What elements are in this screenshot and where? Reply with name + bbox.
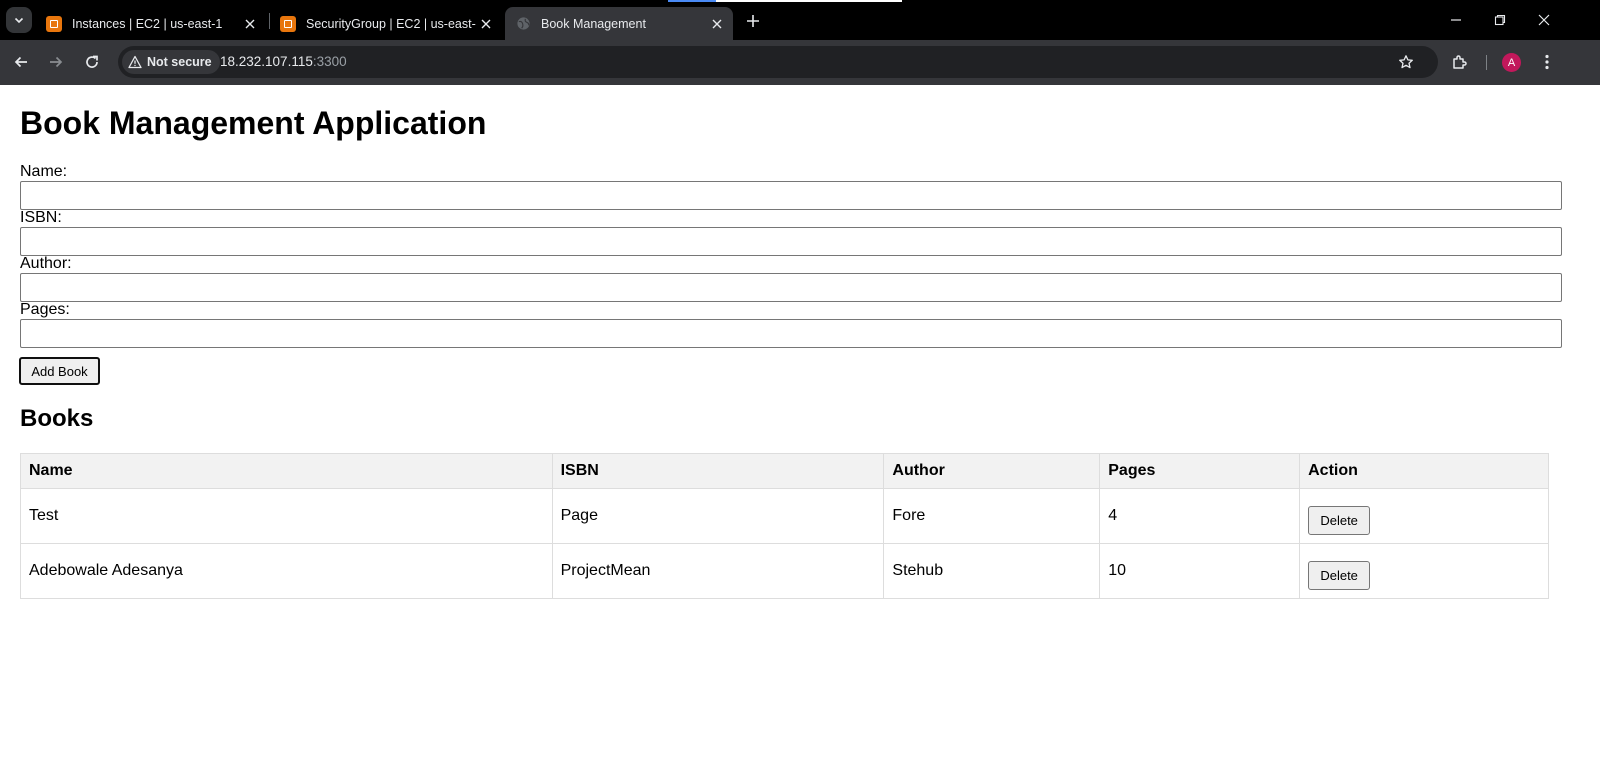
tab-title: SecurityGroup | EC2 | us-east-1 [306, 16, 476, 31]
browser-titlebar: Instances | EC2 | us-east-1 SecurityGrou… [0, 0, 1600, 40]
minimize-button[interactable] [1434, 0, 1478, 40]
tab-book-management[interactable]: Book Management [505, 7, 733, 40]
table-row: Test Page Fore 4 Delete [20, 488, 1549, 544]
close-icon[interactable] [707, 14, 727, 34]
security-indicator[interactable]: Not secure [122, 50, 220, 74]
warning-icon [128, 55, 142, 69]
book-name-cell: Adebowale Adesanya [20, 543, 553, 599]
book-author-cell: Fore [883, 488, 1101, 544]
forward-arrow-icon [50, 56, 63, 68]
tab-title: Book Management [541, 16, 646, 31]
name-input[interactable] [20, 181, 1562, 210]
author-label: Author: [20, 255, 72, 272]
table-header-row: Name ISBN Author Pages Action [20, 453, 1549, 489]
book-action-cell: Delete [1299, 543, 1549, 599]
tab-security-group[interactable]: SecurityGroup | EC2 | us-east-1 [270, 7, 502, 40]
address-bar[interactable]: Not secure 18.232.107.115:3300 [118, 46, 1438, 78]
minimize-icon [1451, 19, 1461, 21]
column-header-isbn: ISBN [551, 453, 885, 489]
close-icon [1538, 14, 1550, 26]
security-label: Not secure [147, 55, 212, 69]
book-author-cell: Stehub [883, 543, 1101, 599]
close-window-button[interactable] [1522, 0, 1566, 40]
delete-button[interactable]: Delete [1308, 505, 1371, 535]
kebab-menu-icon [1545, 54, 1549, 70]
isbn-input[interactable] [20, 227, 1562, 256]
browser-toolbar: Not secure 18.232.107.115:3300 A [0, 40, 1600, 85]
bookmark-star-icon[interactable] [1396, 52, 1416, 72]
tab-strip-accent [668, 0, 902, 2]
add-book-button[interactable]: Add Book [19, 357, 100, 385]
url-port: :3300 [312, 54, 347, 69]
reload-button[interactable] [78, 48, 106, 76]
forward-button[interactable] [42, 48, 70, 76]
books-table: Name ISBN Author Pages Action Test Page … [20, 453, 1549, 599]
table-row: Adebowale Adesanya ProjectMean Stehub 10… [20, 543, 1549, 599]
author-input[interactable] [20, 273, 1562, 302]
tab-search-button[interactable] [6, 7, 32, 33]
name-label: Name: [20, 163, 68, 180]
puzzle-icon [1452, 54, 1467, 69]
column-header-name: Name [20, 453, 553, 489]
book-pages-cell: 4 [1099, 488, 1301, 544]
back-arrow-icon [14, 56, 27, 68]
book-action-cell: Delete [1299, 488, 1549, 544]
book-name-cell: Test [20, 488, 553, 544]
pages-label: Pages: [20, 301, 70, 318]
profile-avatar[interactable]: A [1502, 53, 1521, 72]
browser-menu-button[interactable] [1534, 48, 1560, 76]
column-header-action: Action [1299, 453, 1549, 489]
restore-icon [1494, 14, 1506, 26]
page-title: Book Management Application [20, 105, 487, 141]
book-isbn-cell: ProjectMean [551, 543, 885, 599]
isbn-label: ISBN: [20, 209, 62, 226]
page-content: Book Management Application Name: ISBN: … [0, 85, 1600, 778]
new-tab-button[interactable] [740, 8, 766, 34]
toolbar-separator [1486, 55, 1487, 70]
url-host: 18.232.107.115 [220, 54, 313, 69]
aws-icon [280, 15, 296, 32]
book-isbn-cell: Page [551, 488, 885, 544]
reload-icon [86, 55, 98, 68]
aws-icon [46, 15, 62, 32]
close-icon[interactable] [476, 14, 496, 34]
book-pages-cell: 10 [1099, 543, 1301, 599]
globe-icon [515, 16, 531, 32]
books-heading: Books [20, 405, 94, 432]
tab-title: Instances | EC2 | us-east-1 [72, 16, 223, 31]
extensions-button[interactable] [1446, 48, 1472, 76]
column-header-pages: Pages [1099, 453, 1301, 489]
pages-input[interactable] [20, 319, 1562, 348]
delete-button[interactable]: Delete [1308, 560, 1371, 590]
column-header-author: Author [883, 453, 1101, 489]
restore-button[interactable] [1478, 0, 1522, 40]
tab-instances[interactable]: Instances | EC2 | us-east-1 [36, 7, 266, 40]
close-icon[interactable] [240, 14, 260, 34]
back-button[interactable] [7, 48, 35, 76]
chevron-down-icon [14, 17, 24, 24]
plus-icon [747, 15, 759, 27]
url-text[interactable]: 18.232.107.115:3300 [220, 54, 347, 69]
